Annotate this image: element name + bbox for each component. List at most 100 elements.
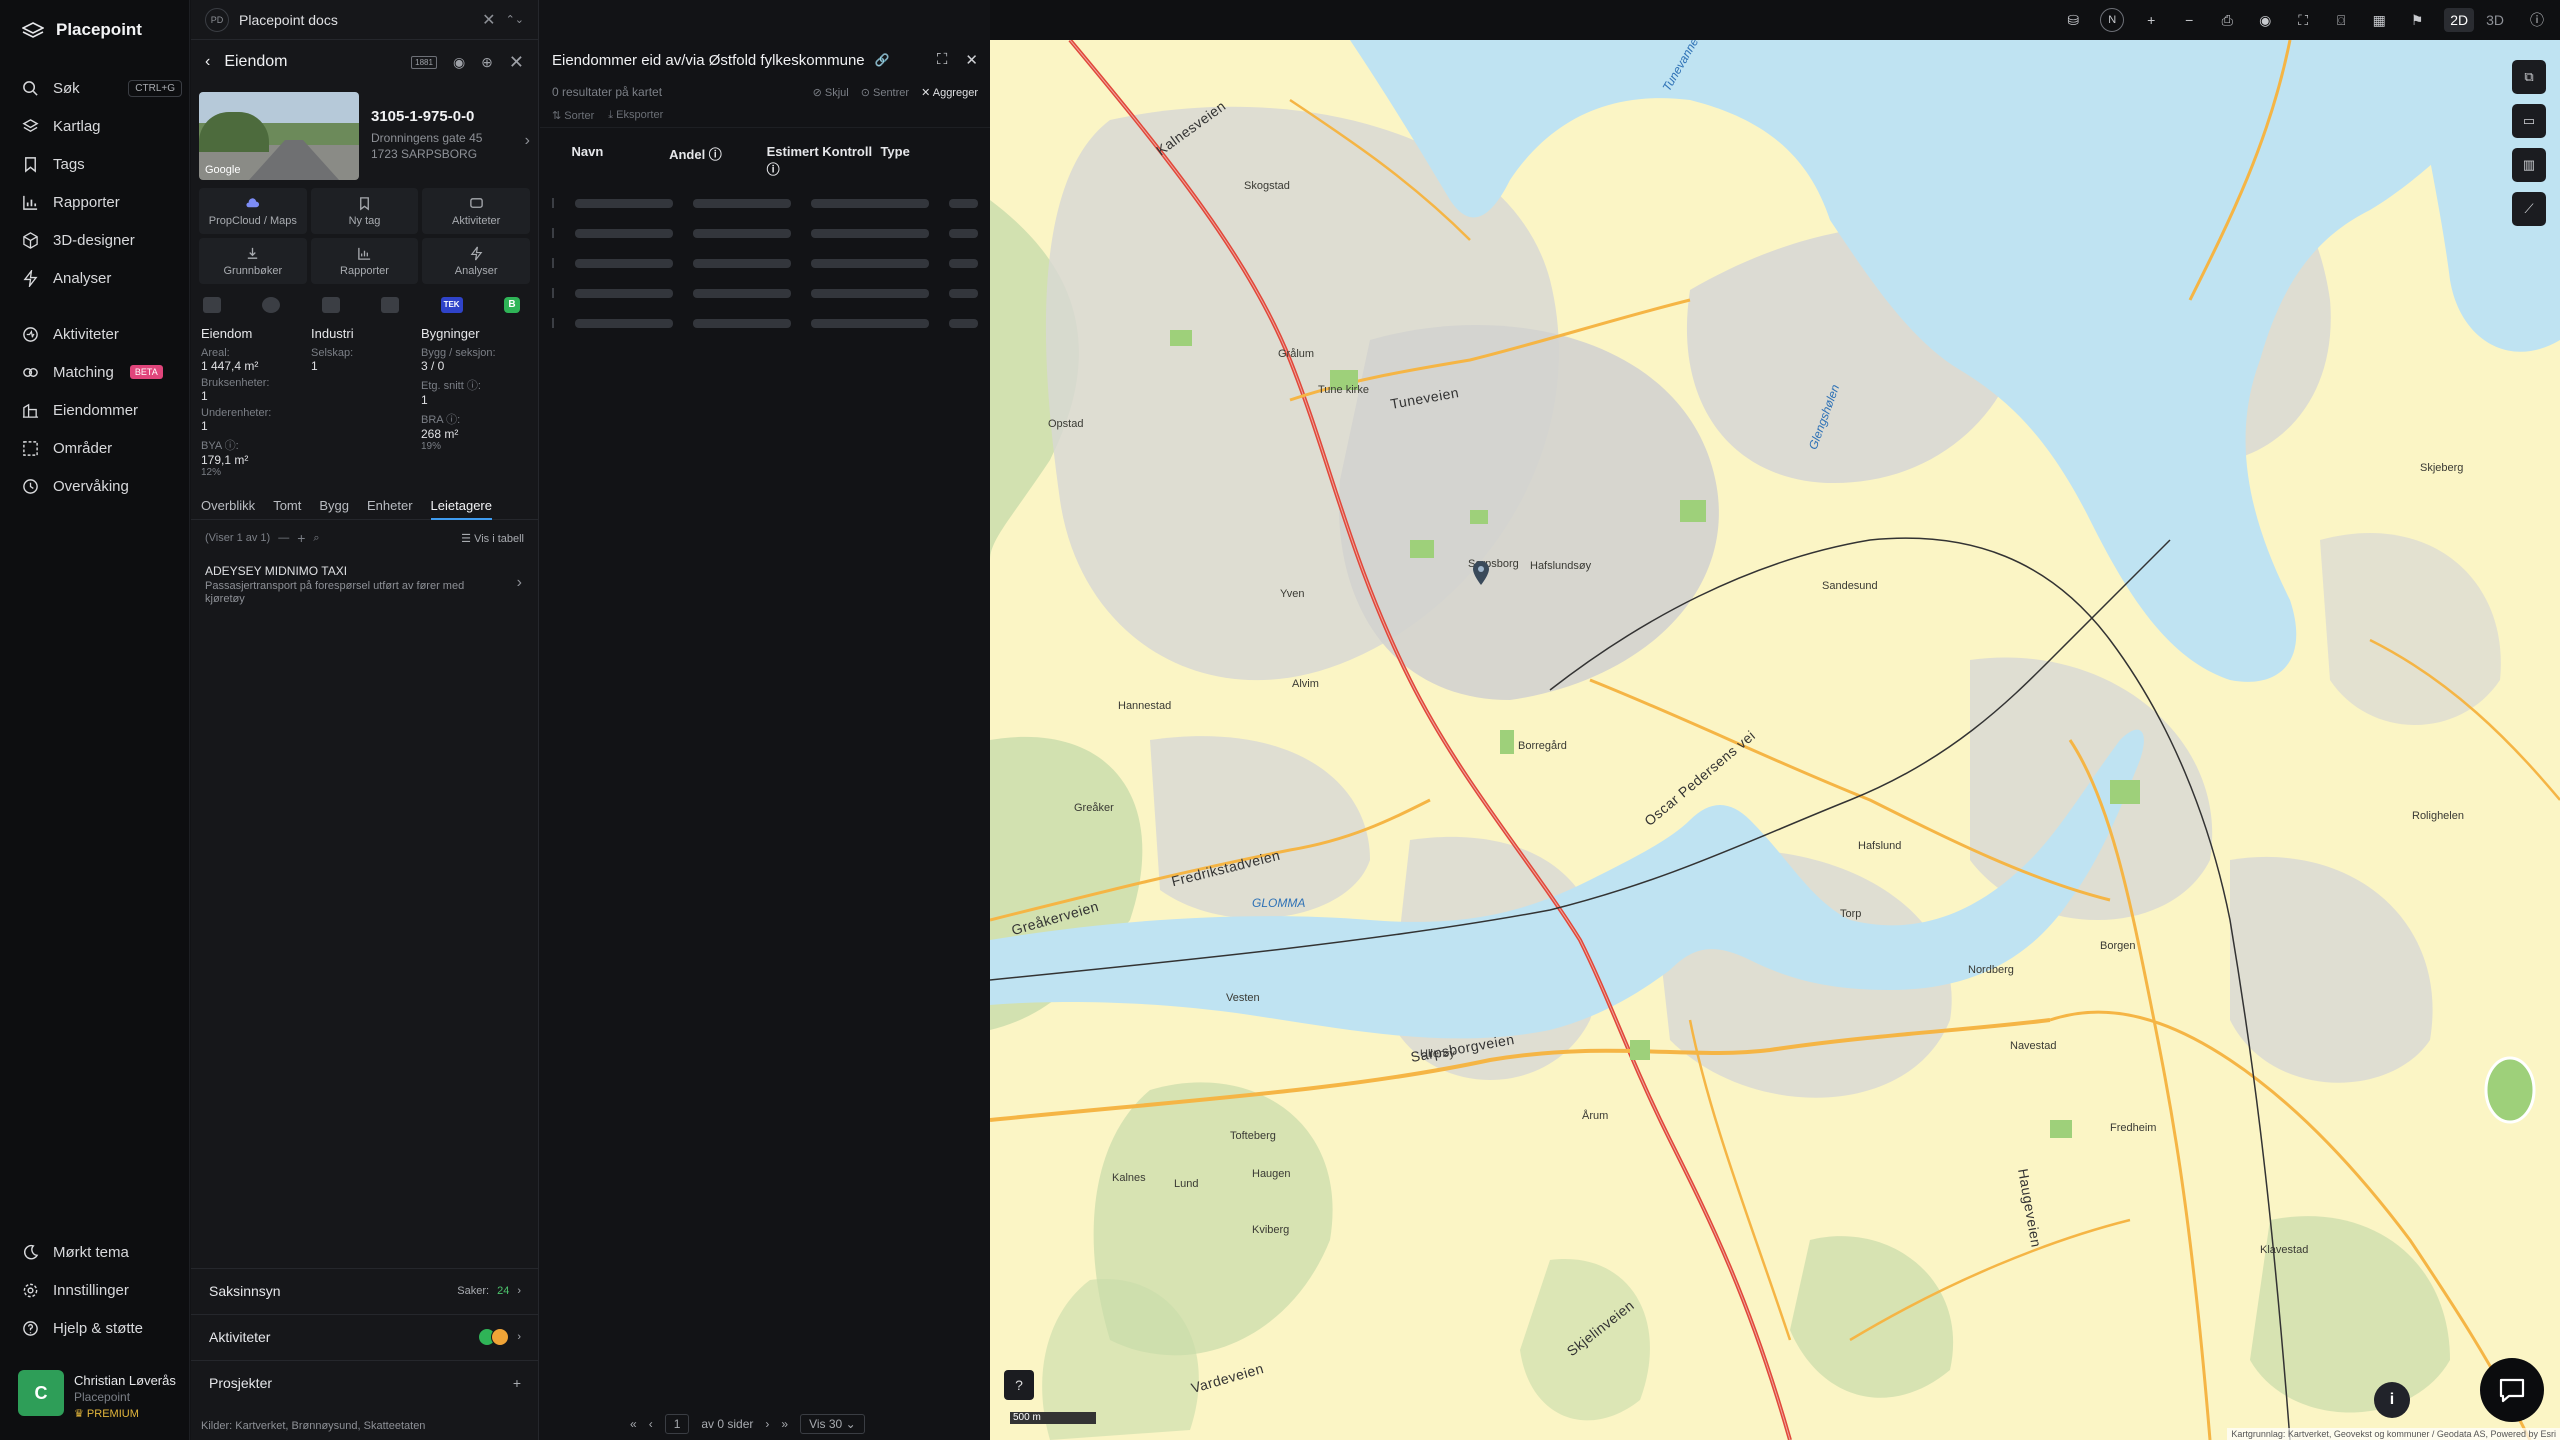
integration-icon-2[interactable] [262,297,281,313]
nav-item-aktiviteter[interactable]: Aktiviteter [22,322,182,346]
view-table-button[interactable]: ☰ Vis i tabell [461,532,524,545]
close-icon[interactable]: ✕ [482,10,495,30]
list-item[interactable]: ADEYSEY MIDNIMO TAXI Passasjertransport … [191,556,538,614]
plus-icon[interactable]: + [513,1375,521,1391]
section-saksinnsyn[interactable]: Saksinnsyn Saker: 24 › [191,1268,539,1312]
draw-tool-icon[interactable]: ⟋ [2512,192,2546,226]
chat-support-button[interactable] [2480,1358,2544,1422]
eye-icon[interactable]: ◉ [2254,9,2276,31]
location-pin-icon[interactable] [1472,560,1490,586]
nav-item-rapporter[interactable]: Rapporter [22,190,182,214]
tag-1881[interactable]: 1881 [411,55,437,69]
nav-item-search[interactable]: Søk CTRL+G [22,76,182,100]
bookmark-icon[interactable]: ⚑ [2406,9,2428,31]
row-checkbox[interactable] [552,318,575,328]
tab-enheter[interactable]: Enheter [367,498,413,513]
source-link[interactable]: Kartverket, [235,1420,288,1432]
expand-icon[interactable]: ⛶ [937,51,948,69]
column-header-type[interactable]: Type [880,144,978,178]
row-checkbox[interactable] [552,228,575,238]
camera-icon[interactable]: ⌼ [2330,9,2352,31]
zoom-out-icon[interactable]: − [2178,9,2200,31]
chevron-updown-icon[interactable]: ⌃⌄ [506,13,524,26]
north-compass-button[interactable]: N [2100,8,2125,32]
center-button[interactable]: ⊙ Sentrer [861,86,909,99]
fullscreen-icon[interactable]: ⛶ [2292,9,2314,31]
next-page-icon[interactable]: › [765,1417,769,1431]
tek-badge[interactable]: TEK [440,297,463,313]
tab-tomt[interactable]: Tomt [273,498,301,513]
integration-icon-1[interactable] [203,297,221,313]
page-size-select[interactable]: Vis 30 ⌄ [800,1414,865,1434]
layers-stack-icon[interactable]: ⛁ [2062,9,2084,31]
map-help-icon[interactable]: ? [1004,1370,1034,1400]
b-badge[interactable]: B [503,297,520,313]
nav-item-analyser[interactable]: Analyser [22,266,182,290]
column-header-andel[interactable]: Andel ⓘ [669,144,767,178]
source-link[interactable]: Brønnøysund, [292,1420,361,1432]
nav-item-settings[interactable]: Innstillinger [22,1278,182,1302]
nav-item-omrader[interactable]: Områder [22,436,182,460]
nav-item-3d-designer[interactable]: 3D-designer [22,228,182,252]
tile-new-tag[interactable]: Ny tag [310,188,419,234]
nav-item-help[interactable]: Hjelp & støtte [22,1316,182,1340]
last-page-icon[interactable]: » [781,1417,788,1431]
prev-page-icon[interactable]: ‹ [649,1417,653,1431]
tile-propcloud[interactable]: PropCloud / Maps [199,188,307,234]
mode-3d-button[interactable]: 3D [2480,8,2510,32]
hide-button[interactable]: ⊘ Skjul [813,86,849,99]
info-icon[interactable]: ⓘ [2526,9,2548,31]
search-icon[interactable]: ⌕ [313,532,319,545]
section-aktiviteter[interactable]: Aktiviteter › [191,1314,539,1358]
tile-activities[interactable]: Aktiviteter [422,188,530,234]
user-profile[interactable]: C Christian Løverås Placepoint ♛ PREMIUM [18,1370,176,1420]
export-button[interactable]: ⤓ Eksporter [608,109,663,122]
back-icon[interactable]: ‹ [205,53,210,71]
street-view-photo[interactable]: Google [199,92,359,180]
tab-leietagere[interactable]: Leietagere [430,498,492,520]
tile-reports[interactable]: Rapporter [310,238,419,284]
close-icon[interactable]: ✕ [509,52,524,73]
target-icon[interactable]: ⊕ [481,54,493,71]
section-prosjekter[interactable]: Prosjekter + [191,1360,539,1404]
plus-icon[interactable]: + [297,530,305,546]
info-icon[interactable]: i [2374,1382,2410,1418]
nav-item-kartlag[interactable]: Kartlag [22,114,182,138]
minus-icon[interactable]: — [278,532,289,544]
sort-button[interactable]: ⇅ Sorter [552,109,594,122]
integration-icon-4[interactable] [381,297,400,313]
first-page-icon[interactable]: « [630,1417,637,1431]
nav-item-eiendommer[interactable]: Eiendommer [22,398,182,422]
tab-bygg[interactable]: Bygg [319,498,349,513]
workspace-title[interactable]: Placepoint docs [239,12,338,28]
source-link[interactable]: Skatteetaten [364,1420,426,1432]
layer-picker-icon[interactable]: ⧉ [2512,60,2546,94]
property-card[interactable]: Google 3105-1-975-0-0 Dronningens gate 4… [191,84,538,180]
map-canvas[interactable]: Sarpsborg Hafslundsøy Tune kirke Grålum … [990,40,2560,1440]
chevron-right-icon[interactable]: › [525,132,530,180]
eye-icon[interactable]: ◉ [453,54,465,71]
print-icon[interactable]: ⎙ [2216,9,2238,31]
row-checkbox[interactable] [552,258,575,268]
nav-item-tags[interactable]: Tags [22,152,182,176]
statistics-icon[interactable]: ▥ [2512,148,2546,182]
row-checkbox[interactable] [552,288,575,298]
nav-item-overvaking[interactable]: Overvåking [22,474,182,498]
column-header-navn[interactable]: Navn [572,144,670,178]
tile-land-registry[interactable]: Grunnbøker [199,238,307,284]
tile-analyses[interactable]: Analyser [422,238,530,284]
nav-item-dark-theme[interactable]: Mørkt tema [22,1240,182,1264]
brand[interactable]: Placepoint [22,20,142,40]
row-checkbox[interactable] [552,198,575,208]
aggregate-button[interactable]: ✕ Aggreger [921,86,978,99]
page-input[interactable]: 1 [664,1414,690,1434]
column-header-estimert-kontroll[interactable]: Estimert Kontroll ⓘ [767,144,881,178]
nav-item-matching[interactable]: Matching BETA [22,360,182,384]
close-icon[interactable]: ✕ [965,51,978,69]
integration-icon-3[interactable] [321,297,340,313]
mode-2d-button[interactable]: 2D [2444,8,2475,32]
tab-overblikk[interactable]: Overblikk [201,498,255,513]
grid-icon[interactable]: ▦ [2368,9,2390,31]
measure-icon[interactable]: ▭ [2512,104,2546,138]
link-icon[interactable]: 🔗 [875,53,890,67]
